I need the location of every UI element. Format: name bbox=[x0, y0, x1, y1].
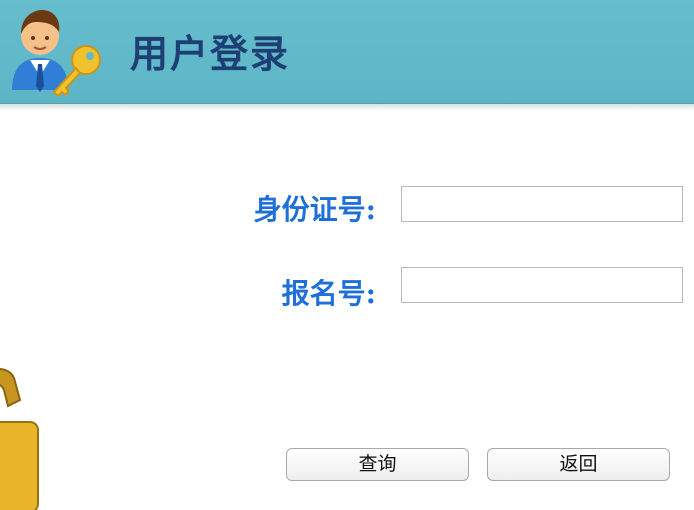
id-number-input[interactable] bbox=[401, 186, 683, 222]
registration-number-label: 报名号: bbox=[281, 277, 376, 310]
padlock-icon bbox=[0, 368, 39, 510]
query-button[interactable]: 查询 bbox=[286, 448, 469, 481]
registration-number-input[interactable] bbox=[401, 267, 683, 303]
page-title: 用户登录 bbox=[130, 32, 291, 76]
header-shadow bbox=[0, 103, 694, 111]
user-key-icon bbox=[12, 10, 101, 98]
header-bar: 用户登录 bbox=[0, 0, 694, 104]
id-number-label: 身份证号: bbox=[253, 193, 376, 226]
back-button[interactable]: 返回 bbox=[487, 448, 670, 481]
